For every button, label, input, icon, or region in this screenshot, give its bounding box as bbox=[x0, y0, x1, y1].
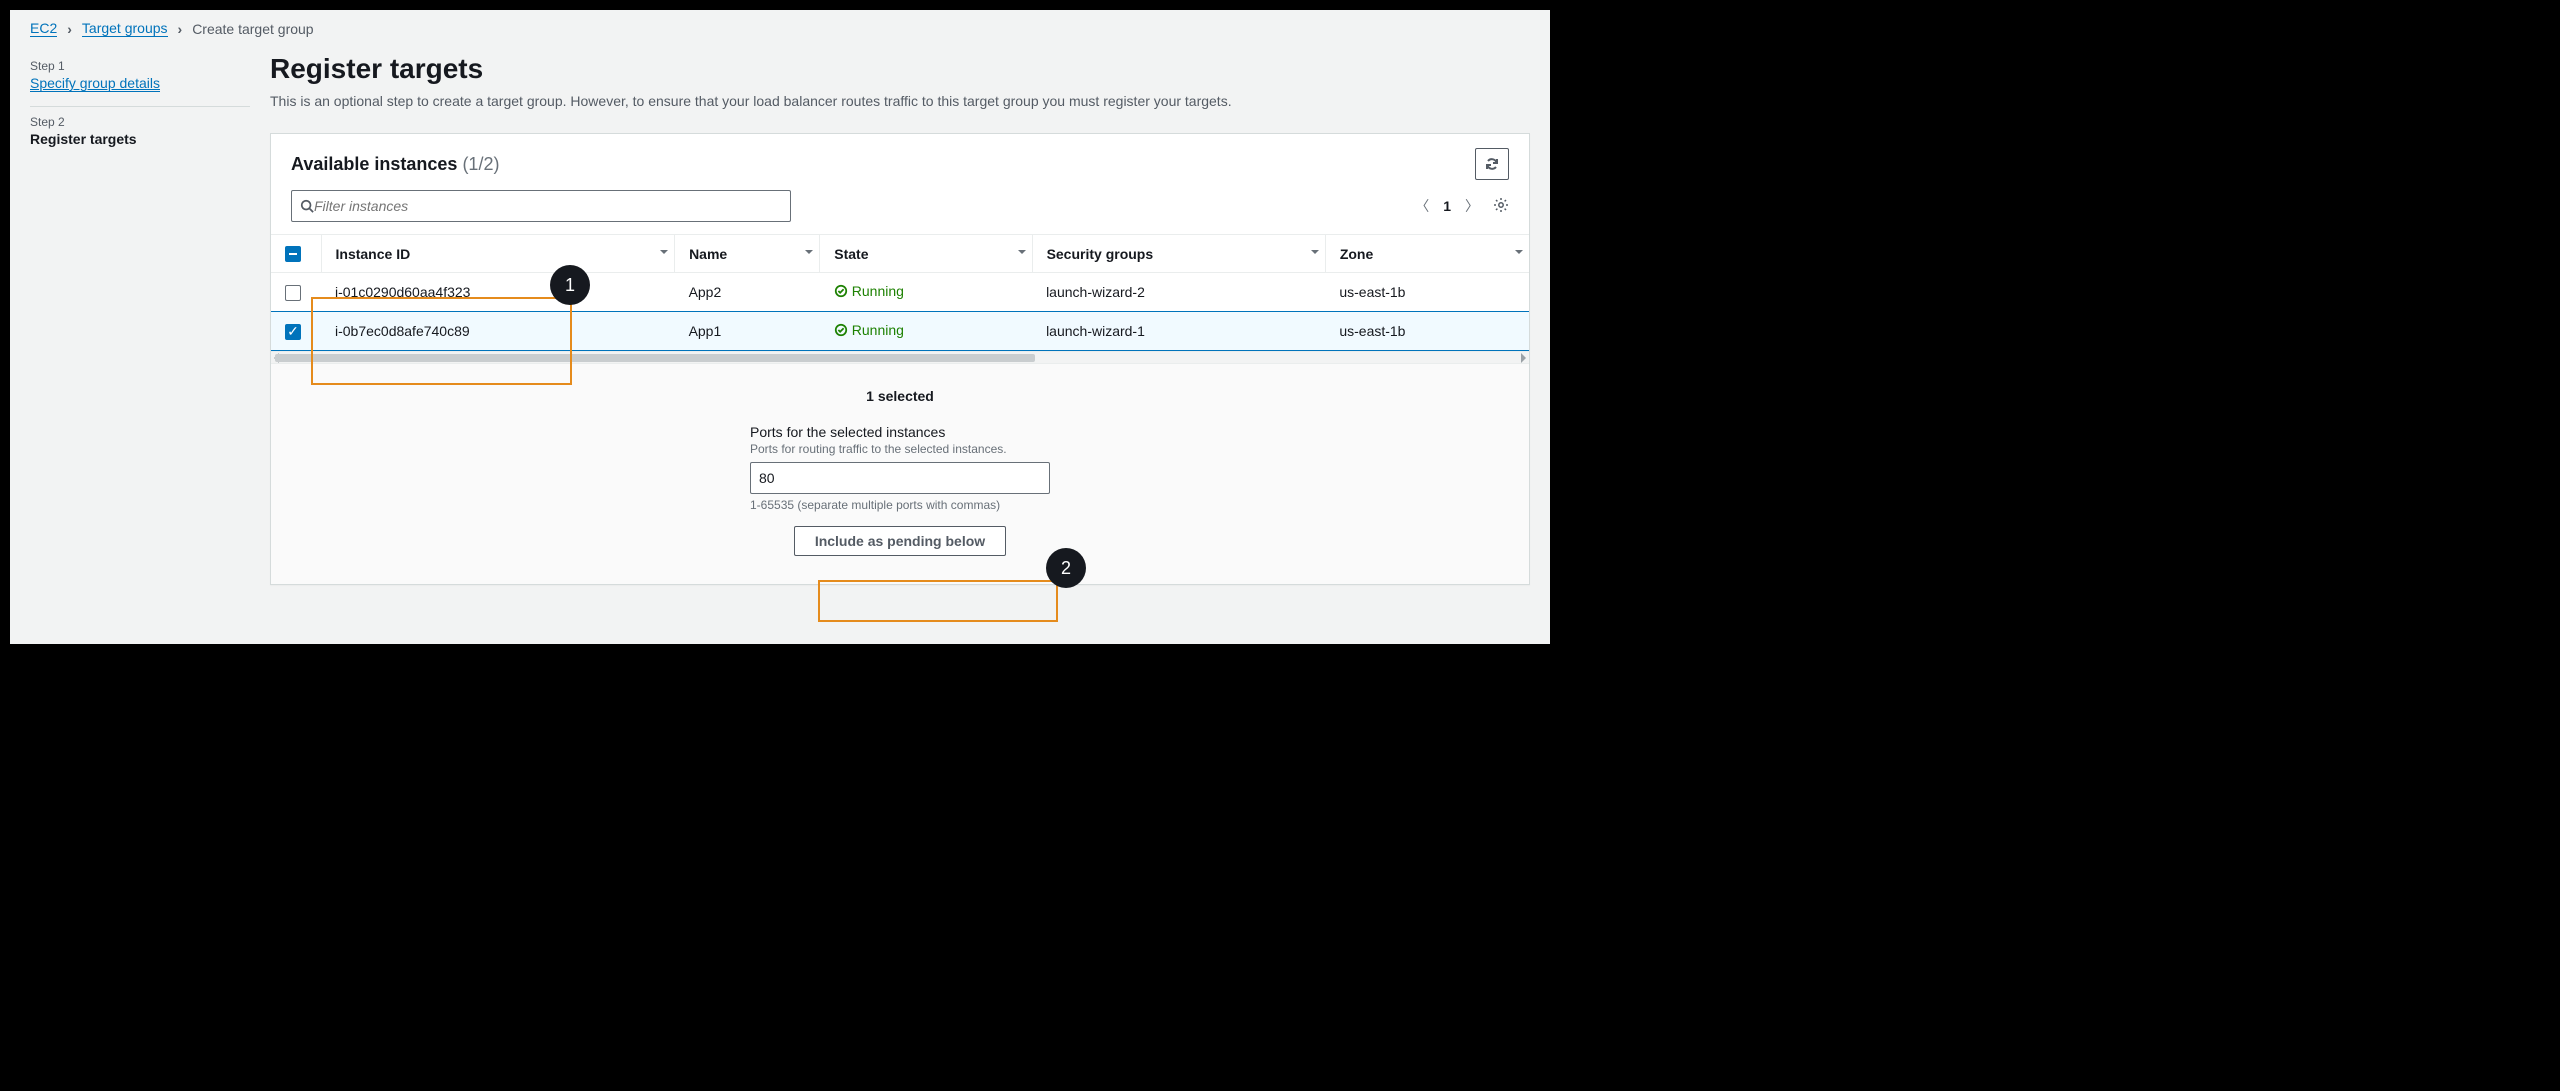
cell-zone: us-east-1b bbox=[1325, 312, 1529, 351]
panel-title-text: Available instances bbox=[291, 154, 457, 174]
column-header-security-groups[interactable]: Security groups bbox=[1032, 235, 1325, 273]
column-header-state[interactable]: State bbox=[820, 235, 1032, 273]
refresh-button[interactable] bbox=[1475, 148, 1509, 180]
horizontal-scrollbar[interactable] bbox=[271, 351, 1529, 363]
page-description: This is an optional step to create a tar… bbox=[270, 93, 1530, 109]
row-checkbox[interactable]: ✓ bbox=[285, 324, 301, 340]
prev-page-button[interactable]: 〈 bbox=[1415, 196, 1429, 216]
column-header-zone[interactable]: Zone bbox=[1325, 235, 1529, 273]
ports-hint: Ports for routing traffic to the selecte… bbox=[750, 442, 1050, 456]
annotation-box bbox=[818, 580, 1058, 622]
filter-input-wrapper[interactable] bbox=[291, 190, 791, 222]
select-all-checkbox[interactable] bbox=[285, 246, 301, 262]
ports-range-hint: 1-65535 (separate multiple ports with co… bbox=[750, 498, 1050, 512]
selected-count: 1 selected bbox=[291, 388, 1509, 404]
scrollbar-thumb[interactable] bbox=[275, 354, 1035, 362]
scroll-right-icon bbox=[1521, 353, 1531, 363]
cell-zone: us-east-1b bbox=[1325, 273, 1529, 312]
gear-icon bbox=[1493, 197, 1509, 213]
refresh-icon bbox=[1484, 156, 1500, 172]
breadcrumb-link-ec2[interactable]: EC2 bbox=[30, 20, 57, 37]
next-page-button[interactable]: 〉 bbox=[1465, 196, 1479, 216]
cell-name: App2 bbox=[675, 273, 820, 312]
panel-title-count: (1/2) bbox=[462, 154, 499, 174]
table-row[interactable]: ✓ i-0b7ec0d8afe740c89 App1 Running launc… bbox=[271, 312, 1529, 351]
step-label: Step 1 bbox=[30, 59, 250, 73]
panel-title: Available instances (1/2) bbox=[291, 154, 499, 175]
settings-button[interactable] bbox=[1493, 197, 1509, 216]
cell-instance-id: i-0b7ec0d8afe740c89 bbox=[321, 312, 675, 351]
cell-security-groups: launch-wizard-1 bbox=[1032, 312, 1325, 351]
chevron-right-icon: › bbox=[178, 21, 183, 37]
status-ok-icon bbox=[834, 323, 848, 337]
table-row[interactable]: i-01c0290d60aa4f323 App2 Running launch-… bbox=[271, 273, 1529, 312]
step-active-register-targets: Register targets bbox=[30, 131, 250, 147]
column-header-instance-id[interactable]: Instance ID bbox=[321, 235, 675, 273]
ports-label: Ports for the selected instances bbox=[750, 424, 1050, 440]
cell-state: Running bbox=[820, 273, 1032, 312]
breadcrumb-link-target-groups[interactable]: Target groups bbox=[82, 20, 168, 37]
page-number: 1 bbox=[1443, 198, 1451, 214]
chevron-right-icon: › bbox=[67, 21, 72, 37]
breadcrumb-current: Create target group bbox=[192, 21, 313, 37]
cell-name: App1 bbox=[675, 312, 820, 351]
cell-state: Running bbox=[820, 312, 1032, 351]
page-title: Register targets bbox=[270, 53, 1530, 85]
step-link-specify-group-details[interactable]: Specify group details bbox=[30, 75, 160, 92]
cell-instance-id: i-01c0290d60aa4f323 bbox=[321, 273, 675, 312]
filter-instances-input[interactable] bbox=[314, 198, 782, 214]
available-instances-panel: Available instances (1/2) 〈 1 bbox=[270, 133, 1530, 585]
pagination: 〈 1 〉 bbox=[1415, 196, 1509, 216]
column-header-name[interactable]: Name bbox=[675, 235, 820, 273]
breadcrumb: EC2 › Target groups › Create target grou… bbox=[10, 10, 1550, 43]
wizard-steps-sidebar: Step 1 Specify group details Step 2 Regi… bbox=[10, 43, 270, 585]
ports-input[interactable] bbox=[750, 462, 1050, 494]
status-ok-icon bbox=[834, 284, 848, 298]
step-label: Step 2 bbox=[30, 115, 250, 129]
cell-security-groups: launch-wizard-2 bbox=[1032, 273, 1325, 312]
divider bbox=[30, 106, 250, 107]
row-checkbox[interactable] bbox=[285, 285, 301, 301]
include-as-pending-button[interactable]: Include as pending below bbox=[794, 526, 1006, 556]
instances-table: Instance ID Name State Security groups Z… bbox=[271, 234, 1529, 351]
search-icon bbox=[300, 199, 314, 213]
